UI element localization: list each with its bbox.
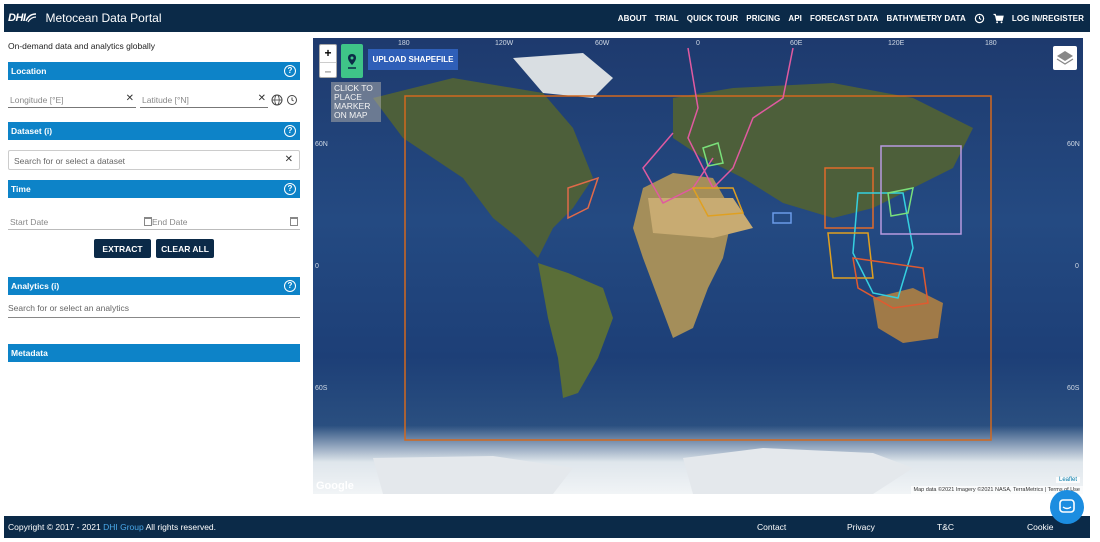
tagline: On-demand data and analytics globally: [8, 41, 155, 51]
end-date-placeholder: End Date: [152, 217, 188, 227]
lon-label: 120W: [495, 40, 514, 47]
clear-latitude-icon[interactable]: ✕: [258, 93, 266, 104]
copyright-prefix: Copyright © 2017 - 2021: [8, 522, 104, 532]
dhi-group-link[interactable]: DHI Group: [103, 522, 144, 532]
lon-label: 120E: [888, 40, 905, 47]
time-section-header[interactable]: Time ?: [8, 180, 300, 198]
location-help-icon[interactable]: ?: [284, 65, 296, 77]
analytics-title: Analytics (i): [11, 281, 60, 291]
footer-contact-link[interactable]: Contact: [757, 522, 847, 532]
nav-about[interactable]: ABOUT: [618, 14, 647, 23]
logo-wave-icon: [25, 13, 37, 23]
nav-forecast-data[interactable]: FORECAST DATA: [810, 14, 879, 23]
chat-icon: [1059, 499, 1075, 513]
footer-privacy-link[interactable]: Privacy: [847, 522, 937, 532]
end-calendar-icon[interactable]: [290, 217, 298, 226]
dataset-placeholder: Search for or select a dataset: [14, 156, 126, 166]
dataset-search-input[interactable]: Search for or select a dataset ✕: [8, 150, 300, 170]
extract-button[interactable]: EXTRACT: [94, 239, 151, 258]
india-polygon[interactable]: [827, 232, 874, 279]
analytics-search-input[interactable]: Search for or select an analytics: [8, 300, 300, 318]
gulf-polygon[interactable]: [772, 212, 792, 224]
nav-quick-tour[interactable]: QUICK TOUR: [687, 14, 739, 23]
chat-launcher-button[interactable]: [1050, 490, 1084, 524]
copyright: Copyright © 2017 - 2021 DHI Group All ri…: [8, 522, 216, 532]
login-register-link[interactable]: LOG IN/REGISTER: [1012, 14, 1084, 23]
lon-label: 180: [398, 40, 410, 47]
longitude-field[interactable]: Longitude [°E] ✕: [8, 92, 136, 108]
lon-label: 0: [696, 40, 700, 47]
app-frame: DHI Metocean Data Portal ABOUT TRIAL QUI…: [4, 4, 1090, 538]
analytics-help-icon[interactable]: ?: [284, 280, 296, 292]
zoom-out-button[interactable]: –: [320, 62, 336, 79]
footer-links: Contact Privacy T&C Cookie: [757, 522, 1090, 532]
clear-dataset-icon[interactable]: ✕: [285, 154, 293, 165]
brand[interactable]: DHI Metocean Data Portal: [8, 11, 162, 25]
longitude-placeholder: Longitude [°E]: [10, 95, 64, 105]
place-marker-button[interactable]: [341, 44, 363, 78]
lat-label: 60N: [315, 141, 328, 148]
nav-bathymetry-data[interactable]: BATHYMETRY DATA: [887, 14, 966, 23]
leaflet-link[interactable]: Leaflet: [1055, 477, 1080, 483]
upload-shapefile-button[interactable]: UPLOAD SHAPEFILE: [368, 49, 458, 70]
location-title: Location: [11, 66, 47, 76]
google-logo: Google: [316, 480, 354, 492]
sahara: [648, 198, 753, 238]
dhi-logo: DHI: [8, 12, 26, 24]
nav-trial[interactable]: TRIAL: [655, 14, 679, 23]
start-date-field[interactable]: Start Date: [8, 214, 154, 230]
lon-label: 60E: [790, 40, 803, 47]
history-icon[interactable]: [974, 13, 985, 24]
dataset-title: Dataset (i): [11, 126, 53, 136]
map-imagery: [373, 47, 992, 494]
location-section-header[interactable]: Location ?: [8, 62, 300, 80]
lat-label: 60S: [315, 385, 328, 392]
globe-icon[interactable]: [271, 94, 283, 106]
lat-label-right: 60N: [1067, 141, 1080, 148]
time-title: Time: [11, 184, 31, 194]
footer: Copyright © 2017 - 2021 DHI Group All ri…: [4, 516, 1090, 538]
marker-hint: CLICK TO PLACE MARKER ON MAP: [331, 82, 381, 122]
clear-longitude-icon[interactable]: ✕: [126, 93, 134, 104]
map-pin-icon: [348, 54, 356, 69]
location-history-icon[interactable]: [286, 94, 298, 106]
top-navbar: DHI Metocean Data Portal ABOUT TRIAL QUI…: [4, 4, 1090, 32]
layers-icon: [1056, 51, 1074, 65]
time-help-icon[interactable]: ?: [284, 183, 296, 195]
app-title: Metocean Data Portal: [45, 11, 162, 25]
nav-api[interactable]: API: [788, 14, 802, 23]
clear-all-button[interactable]: CLEAR ALL: [156, 239, 214, 258]
layers-button[interactable]: [1053, 46, 1077, 70]
dataset-help-icon[interactable]: ?: [284, 125, 296, 137]
lat-label: 0: [315, 263, 319, 270]
main-nav: ABOUT TRIAL QUICK TOUR PRICING API FOREC…: [618, 13, 1084, 24]
metadata-title: Metadata: [11, 348, 48, 358]
zoom-control: + –: [319, 44, 337, 78]
latitude-field[interactable]: Latitude [°N] ✕: [140, 92, 268, 108]
sidebar: On-demand data and analytics globally Lo…: [4, 32, 308, 516]
zoom-in-button[interactable]: +: [320, 45, 336, 62]
continents: [373, 53, 973, 494]
end-date-field[interactable]: End Date: [144, 214, 300, 230]
latitude-placeholder: Latitude [°N]: [142, 95, 189, 105]
dataset-section-header[interactable]: Dataset (i) ?: [8, 122, 300, 140]
lon-label: 180: [985, 40, 997, 47]
end-inline-calendar-icon: [144, 217, 152, 226]
analytics-placeholder: Search for or select an analytics: [8, 303, 129, 313]
cart-icon[interactable]: [993, 13, 1004, 24]
lon-label: 60W: [595, 40, 610, 47]
lat-label-right: 0: [1075, 263, 1079, 270]
lat-label-right: 60S: [1067, 385, 1080, 392]
metadata-section-header[interactable]: Metadata: [8, 344, 300, 362]
analytics-section-header[interactable]: Analytics (i) ?: [8, 277, 300, 295]
footer-tc-link[interactable]: T&C: [937, 522, 1027, 532]
location-tools: [271, 94, 298, 106]
nav-pricing[interactable]: PRICING: [746, 14, 780, 23]
world-map[interactable]: 180 120W 60W 0 60E 120E 180 60N 0 60S 60…: [313, 38, 1083, 494]
copyright-suffix: All rights reserved.: [143, 522, 217, 532]
start-date-placeholder: Start Date: [10, 217, 49, 227]
